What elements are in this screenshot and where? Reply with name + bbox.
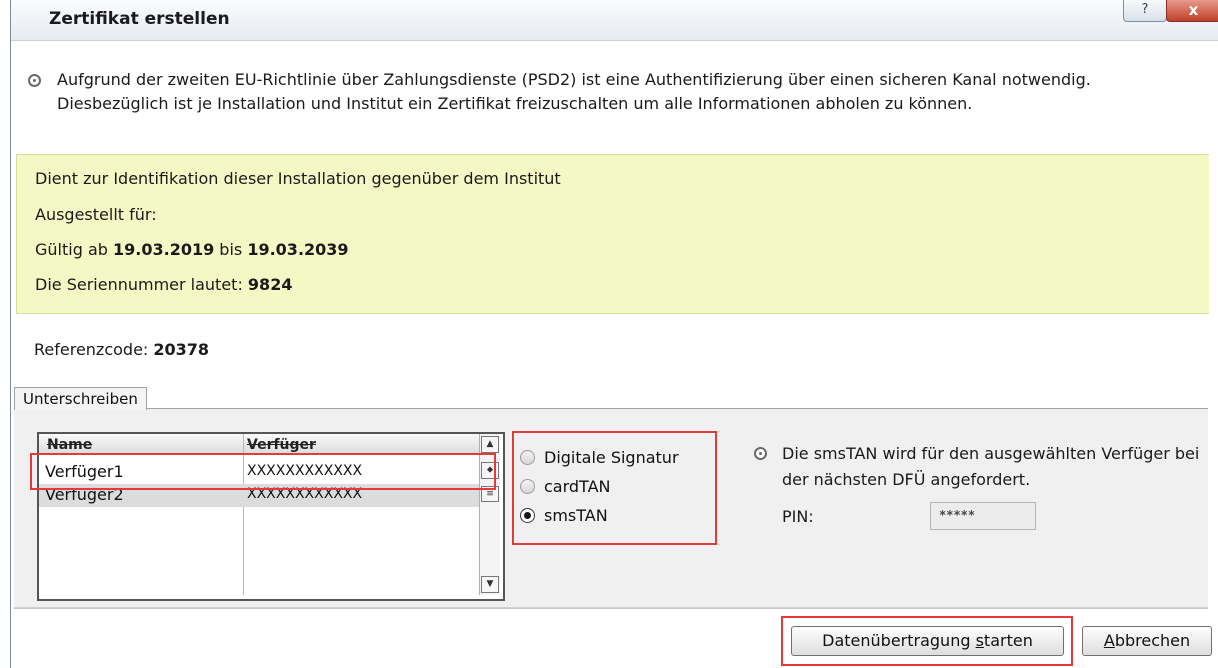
title-bar[interactable]: Zertifikat erstellen ? x (11, 0, 1218, 41)
scroll-up-icon[interactable]: ▲ (481, 436, 499, 453)
serial-value: 9824 (247, 275, 293, 294)
radio-off-icon[interactable] (520, 450, 535, 465)
pin-field[interactable]: ***** (930, 502, 1036, 530)
close-button[interactable]: x (1166, 0, 1218, 22)
radio-smstan[interactable]: smsTAN (520, 504, 710, 530)
table-row[interactable]: Verfüger2 XXXXXXXXXXXX (39, 484, 479, 507)
certificate-info-box: Dient zur Identifikation dieser Installa… (16, 154, 1209, 314)
start-label-post: tarten (983, 631, 1033, 650)
cancel-label-accel: A (1103, 631, 1115, 650)
radio-label: smsTAN (544, 506, 608, 525)
start-label-accel: s (975, 631, 984, 650)
radio-label: Digitale Signatur (544, 448, 679, 467)
scroll-thumb[interactable]: ≡ (481, 486, 499, 502)
column-divider (243, 434, 244, 595)
start-label-pre: Datenübertragung (822, 631, 976, 650)
radio-cardtan[interactable]: cardTAN (520, 475, 710, 501)
dialog-title: Zertifikat erstellen (49, 9, 230, 29)
sort-icon[interactable]: ⬥ (481, 462, 499, 479)
serial-label: Die Seriennummer lautet: (35, 275, 248, 294)
radio-off-icon[interactable] (520, 479, 535, 494)
valid-to: 19.03.2039 (247, 240, 349, 259)
tab-unterschreiben[interactable]: Unterschreiben (14, 387, 147, 410)
table-header: Name Verfüger (39, 434, 479, 455)
cancel-button[interactable]: Abbrechen (1082, 626, 1212, 656)
row-name: Verfüger1 (45, 462, 124, 481)
valid-mid: bis (214, 240, 248, 259)
info-icon (28, 74, 41, 87)
reference-code: Referenzcode: 20378 (34, 340, 209, 359)
row-value: XXXXXXXXXXXX (247, 486, 363, 502)
column-header-name[interactable]: Name (47, 437, 92, 453)
column-header-verfueger[interactable]: Verfüger (247, 437, 316, 453)
radio-label: cardTAN (544, 477, 611, 496)
issued-for-label: Ausgestellt für: (35, 205, 157, 224)
reference-value: 20378 (153, 340, 210, 359)
info-icon (754, 447, 767, 460)
radio-on-icon[interactable] (520, 508, 535, 523)
valid-prefix: Gültig ab (35, 240, 113, 259)
intro-text: Aufgrund der zweiten EU-Richtlinie über … (57, 70, 1091, 113)
scroll-down-icon[interactable]: ▼ (481, 576, 499, 593)
identification-text: Dient zur Identifikation dieser Installa… (35, 169, 561, 188)
validity-line: Gültig ab 19.03.2019 bis 19.03.2039 (35, 240, 349, 259)
serial-line: Die Seriennummer lautet: 9824 (35, 275, 292, 294)
start-transfer-button[interactable]: Datenübertragung starten (791, 626, 1064, 656)
valid-from: 19.03.2019 (113, 240, 215, 259)
pin-label: PIN: (782, 507, 814, 526)
reference-label: Referenzcode: (34, 340, 154, 359)
row-name: Verfüger2 (45, 485, 124, 504)
smstan-info-text: Die smsTAN wird für den ausgewählten Ver… (782, 444, 1200, 489)
table-scrollbar[interactable]: ▲ ⬥ ≡ ▼ (479, 434, 500, 595)
divider (14, 607, 1208, 608)
radio-digitale-signatur[interactable]: Digitale Signatur (520, 446, 710, 472)
help-button[interactable]: ? (1123, 0, 1167, 22)
signer-table[interactable]: Name Verfüger Verfüger1 XXXXXXXXXXXX Ver… (37, 432, 505, 601)
table-row[interactable]: Verfüger1 XXXXXXXXXXXX (39, 461, 479, 484)
row-value: XXXXXXXXXXXX (247, 463, 363, 479)
cancel-label-post: bbrechen (1114, 631, 1191, 650)
